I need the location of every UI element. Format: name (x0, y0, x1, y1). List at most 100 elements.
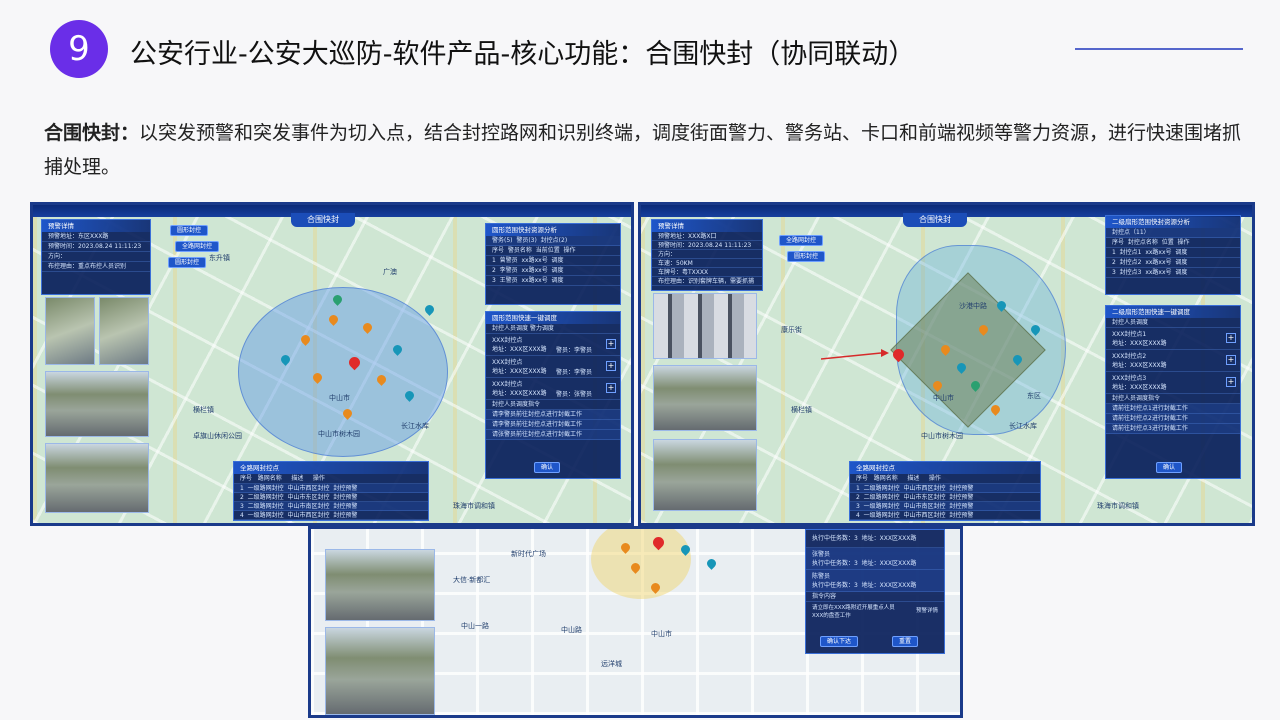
road-network-seal-button[interactable]: 全路网封控 (175, 241, 220, 252)
alarm-detail-panel: 预警详情 预警地址：东区XXX路 预警时间：2023.08.24 11:11:2… (41, 219, 151, 295)
resource-analysis-panel: 二级扇形范围快封资源分析 封控点（11） 序号 封控点名称 位置 操作 1 封控… (1105, 215, 1241, 295)
seal-point-item: XXX封控点 地址：XXX区XXX路 警员：李警员 + (486, 334, 620, 356)
command-title: 封控人员调度指令 (486, 400, 620, 410)
resource-tabs[interactable]: 警务(5) 警员(3) 封控点(2) (486, 236, 620, 246)
seal-point-item: XXX封控点 地址：XXX区XXX路 警员：李警员 + (486, 356, 620, 378)
alarm-detail-line: 预警时间：2023.08.24 11:11:23 (652, 241, 762, 250)
tab-seal-points[interactable]: 封控点(2) (541, 237, 568, 244)
add-icon[interactable]: + (606, 383, 616, 393)
video-feed[interactable] (325, 549, 435, 621)
tab-police[interactable]: 警务(5) (492, 237, 513, 244)
screenshot-circle-seal: 合围快封 中山市 广澳 中山市树木园 长江水库 横栏镇 卓旗山休闲公园 珠海市调… (30, 202, 634, 526)
section-number-badge: 9 (50, 20, 108, 78)
table-header: 序号 路网名称 描述 操作 (850, 474, 1040, 484)
officer-dispatch-panel: 执行中任务数：3 地址：XXX区XXX路 张警员 执行中任务数：3 地址：XXX… (805, 529, 945, 654)
road-network-panel: 全路网封控点 序号 路网名称 描述 操作 1 二级路网封控 中山市西区封控 封控… (849, 461, 1041, 521)
alarm-detail-line: 车牌号：粤TXXXX (652, 268, 762, 277)
table-row[interactable]: 2 封控点2 xx路xx号 调度 (1106, 258, 1240, 268)
video-feed[interactable] (325, 627, 435, 715)
map-label: 长江水库 (401, 422, 429, 430)
table-row[interactable]: 1 封控点1 xx路xx号 调度 (1106, 248, 1240, 258)
table-row[interactable]: 3 王警员 xx路xx号 调度 (486, 276, 620, 286)
add-icon[interactable]: + (1226, 333, 1236, 343)
table-row[interactable]: 2 二级路网封控 中山市东区封控 封控预警 (234, 493, 428, 502)
suspect-photo (45, 297, 95, 365)
map-label: 中山市树木园 (921, 432, 963, 440)
dispatch-panel: 圆形范围快速一键调度 封控人员调度 警力调度 XXX封控点 地址：XXX区XXX… (485, 311, 621, 479)
map-label: 珠海市调和镇 (1097, 502, 1139, 510)
officer-item[interactable]: 执行中任务数：3 地址：XXX区XXX路 (806, 530, 944, 548)
issue-command-button[interactable]: 确认下达 (820, 636, 859, 647)
table-row[interactable]: 1 曾警员 xx路xx号 调度 (486, 256, 620, 266)
panel-title: 全路网封控点 (234, 462, 428, 474)
map-label: 远洋城 (601, 660, 622, 668)
video-feed[interactable] (45, 371, 149, 437)
road-network-seal-button[interactable]: 全路网封控 (779, 235, 824, 246)
alarm-detail-line: 布控理由：重点布控人员识别 (42, 262, 150, 272)
map-label: 中山路 (561, 626, 582, 634)
map-label: 东升镇 (209, 254, 230, 262)
table-header: 序号 警员名称 当前位置 操作 (486, 246, 620, 256)
video-feed[interactable] (653, 439, 757, 511)
map-label: 新时代广场 (511, 550, 546, 558)
seal-point-item: XXX封控点 地址：XXX区XXX路 警员：张警员 + (486, 378, 620, 400)
map-label: 广澳 (383, 268, 397, 276)
officer-item[interactable]: 张警员 执行中任务数：3 地址：XXX区XXX路 (806, 548, 944, 570)
dispatch-tabs[interactable]: 封控人员调度 警力调度 (486, 324, 620, 334)
command-item: 请张警员前往封控点进行封截工作 (486, 430, 620, 440)
page-title: 公安行业-公安大巡防-软件产品-核心功能：合围快封（协同联动） (130, 39, 916, 70)
alarm-detail-line: 布控理由：识别套牌车辆，需要抓捕 (652, 277, 762, 286)
video-feed[interactable] (653, 365, 757, 431)
panel-title: 二级扇形范围快速一键调度 (1106, 306, 1240, 318)
map-label: 中山市 (651, 630, 672, 638)
table-row[interactable]: 3 一级路网封控 中山市南区封控 封控预警 (850, 502, 1040, 511)
map-label: 中山一路 (461, 622, 489, 630)
video-feed[interactable] (45, 443, 149, 513)
circle-seal-button[interactable]: 圆形封控 (170, 225, 209, 236)
table-row[interactable]: 3 封控点3 xx路xx号 调度 (1106, 268, 1240, 278)
command-item: 请李警员前往封控点进行封截工作 (486, 420, 620, 430)
reset-button[interactable]: 重置 (892, 636, 919, 647)
confirm-button[interactable]: 确认 (1156, 462, 1183, 473)
screen-title: 合围快封 (291, 213, 355, 227)
table-row[interactable]: 2 二级路网封控 中山市东区封控 封控预警 (850, 493, 1040, 502)
command-content: 请立即在XXX路附近开展重点人员XXX的盘查工作 预警详情 (812, 605, 938, 619)
confirm-button[interactable]: 确认 (534, 462, 561, 473)
add-icon[interactable]: + (1226, 377, 1236, 387)
circle-seal-button[interactable]: 圆形封控 (168, 257, 207, 268)
table-row[interactable]: 4 一级路网封控 中山市西区封控 封控预警 (234, 511, 428, 520)
command-item: 请前往封控点2进行封截工作 (1106, 414, 1240, 424)
officer-item[interactable]: 陈警员 执行中任务数：3 地址：XXX区XXX路 (806, 570, 944, 592)
map-label: 东区 (1027, 392, 1041, 400)
table-row[interactable]: 1 二级路网封控 中山市西区封控 封控预警 (850, 484, 1040, 493)
seal-point-tab[interactable]: 封控点（11） (1106, 228, 1240, 238)
resource-analysis-panel: 圆形范围快封资源分析 警务(5) 警员(3) 封控点(2) 序号 警员名称 当前… (485, 223, 621, 305)
table-row[interactable]: 3 二级路网封控 中山市南区封控 封控预警 (234, 502, 428, 511)
screen-title: 合围快封 (903, 213, 967, 227)
command-item: 请前往封控点3进行封截工作 (1106, 424, 1240, 434)
dispatch-tab[interactable]: 封控人员调度 (1106, 318, 1240, 328)
alarm-detail-line: 方向： (652, 250, 762, 259)
map-label: 中山市 (933, 394, 954, 402)
panel-title: 预警详情 (652, 220, 762, 232)
circle-seal-button[interactable]: 圆形封控 (787, 251, 826, 262)
dispatch-panel: 二级扇形范围快速一键调度 封控人员调度 XXX封控点1 地址：XXX区XXX路 … (1105, 305, 1241, 479)
add-icon[interactable]: + (606, 361, 616, 371)
table-row[interactable]: 1 一级路网封控 中山市西区封控 封控预警 (234, 484, 428, 493)
alarm-detail-line: 方向： (42, 252, 150, 262)
title-divider (1075, 48, 1243, 50)
table-row[interactable]: 4 一级路网封控 中山市西区封控 封控预警 (850, 511, 1040, 520)
alarm-detail-link[interactable]: 预警详情 (916, 606, 938, 614)
page-description: 合围快封：以突发预警和突发事件为切入点，结合封控路网和识别终端，调度街面警力、警… (44, 116, 1244, 184)
map-label: 珠海市调和镇 (453, 502, 495, 510)
alarm-detail-line: 预警地址：东区XXX路 (42, 232, 150, 242)
alarm-detail-line: 预警时间：2023.08.24 11:11:23 (42, 242, 150, 252)
add-icon[interactable]: + (606, 339, 616, 349)
command-item: 请李警员前往封控点进行封截工作 (486, 410, 620, 420)
alarm-detail-line: 预警地址：XXX路X口 (652, 232, 762, 241)
add-icon[interactable]: + (1226, 355, 1236, 365)
table-row[interactable]: 2 李警员 xx路xx号 调度 (486, 266, 620, 276)
tab-officers[interactable]: 警员(3) (516, 237, 537, 244)
command-title: 封控人员调度指令 (1106, 394, 1240, 404)
command-item: 请前往封控点1进行封截工作 (1106, 404, 1240, 414)
